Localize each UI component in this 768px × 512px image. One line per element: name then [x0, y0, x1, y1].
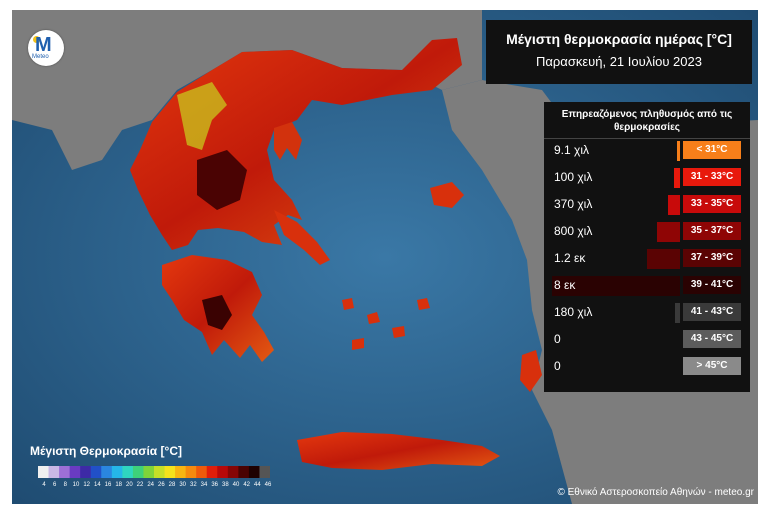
colorbar-tick-label: 10: [72, 482, 80, 488]
population-row: 0 43 - 45°C: [544, 327, 750, 353]
temperature-range-badge: 43 - 45°C: [683, 330, 741, 348]
colorbar-tick-label: 6: [52, 482, 57, 488]
population-value: 9.1 χιλ: [554, 143, 589, 157]
colorbar-segment: [90, 466, 102, 478]
colorbar-tick-label: 16: [104, 482, 112, 488]
colorbar-tick-label: 46: [264, 482, 272, 488]
colorbar-segment: [185, 466, 197, 478]
population-value: 100 χιλ: [554, 170, 593, 184]
title-box: Μέγιστη θερμοκρασία ημέρας [°C] Παρασκευ…: [486, 20, 752, 84]
colorbar-tick-label: 34: [200, 482, 208, 488]
colorbar-segment: [248, 466, 260, 478]
population-value: 8 εκ: [554, 278, 576, 292]
colorbar-segment: [143, 466, 155, 478]
population-bar: [656, 222, 680, 242]
colorbar-tick-label: 40: [232, 482, 240, 488]
colorbar-segment: [227, 466, 239, 478]
colorbar-tick-label: 14: [93, 482, 101, 488]
temperature-range-badge: 35 - 37°C: [683, 222, 741, 240]
map-frame: M Meteo Μέγιστη θερμοκρασία ημέρας [°C] …: [12, 10, 758, 504]
population-row: 100 χιλ 31 - 33°C: [544, 165, 750, 191]
temperature-range-badge: 31 - 33°C: [683, 168, 741, 186]
temperature-range-badge: 33 - 35°C: [683, 195, 741, 213]
population-bar: [668, 195, 680, 215]
population-row: 180 χιλ 41 - 43°C: [544, 300, 750, 326]
colorbar-segment: [48, 466, 60, 478]
colorbar-tick-label: 18: [115, 482, 122, 488]
colorbar-segment: [38, 466, 50, 478]
population-panel: Επηρεαζόμενος πληθυσμός από τις θερμοκρα…: [544, 102, 750, 392]
colorbar-tick-label: 12: [83, 482, 90, 488]
colorbar-tick-label: 24: [147, 482, 154, 488]
colorbar-segment: [154, 466, 166, 478]
legend-title: Μέγιστη Θερμοκρασία [°C]: [30, 444, 182, 458]
colorbar-segment: [206, 466, 218, 478]
colorbar-tick-label: 8: [63, 482, 67, 488]
population-value: 1.2 εκ: [554, 251, 586, 265]
colorbar-segment: [132, 466, 144, 478]
colorbar-tick-label: 36: [211, 482, 218, 488]
colorbar-segment: [59, 466, 71, 478]
colorbar-tick-label: 22: [136, 482, 144, 488]
colorbar-tick-label: 42: [243, 482, 250, 488]
colorbar-segment: [217, 466, 229, 478]
population-row: 8 εκ 39 - 41°C: [544, 273, 750, 299]
population-row: 1.2 εκ 37 - 39°C: [544, 246, 750, 272]
population-row: 0 > 45°C: [544, 354, 750, 380]
meteo-logo: M Meteo: [28, 30, 64, 66]
population-row: 800 χιλ 35 - 37°C: [544, 219, 750, 245]
population-value: 370 χιλ: [554, 197, 593, 211]
colorbar-tick-label: 38: [221, 482, 229, 488]
population-value: 180 χιλ: [554, 305, 593, 319]
population-panel-title: Επηρεαζόμενος πληθυσμός από τις θερμοκρα…: [544, 102, 750, 139]
colorbar-segment: [259, 466, 270, 478]
colorbar-segment: [122, 466, 134, 478]
temperature-legend: Μέγιστη Θερμοκρασία [°C] 4 6 8 10 12 14 16 18 20…: [20, 440, 290, 500]
colorbar-tick-label: 26: [157, 482, 165, 488]
population-bar: [677, 141, 680, 161]
colorbar-segment: [164, 466, 176, 478]
colorbar-tick-label: 44: [253, 482, 261, 488]
colorbar-tick-label: 30: [179, 482, 186, 488]
colorbar-segment: [175, 466, 187, 478]
colorbar-segment: [101, 466, 113, 478]
population-row: 9.1 χιλ < 31°C: [544, 138, 750, 164]
colorbar-segment: [238, 466, 250, 478]
population-bar: [646, 249, 680, 269]
population-bar: [674, 303, 680, 323]
temperature-range-badge: < 31°C: [683, 141, 741, 159]
logo-text: Meteo: [32, 54, 49, 60]
colorbar-ticks: 4 6 8 10 12 14 16 18 20 22 24 26 28 30 32 34 36 38 40 42 44 4…: [34, 482, 278, 492]
temperature-range-badge: 39 - 41°C: [683, 276, 741, 294]
colorbar-segment: [80, 466, 92, 478]
population-row: 370 χιλ 33 - 35°C: [544, 192, 750, 218]
colorbar: [38, 466, 270, 478]
population-value: 800 χιλ: [554, 224, 593, 238]
population-value: 0: [554, 359, 561, 373]
colorbar-tick-label: 4: [42, 482, 46, 488]
copyright-text: © Εθνικό Αστεροσκοπείο Αθηνών - meteo.gr: [557, 487, 754, 498]
temperature-range-badge: 37 - 39°C: [683, 249, 741, 267]
colorbar-tick-label: 20: [125, 482, 133, 488]
colorbar-tick-label: 28: [168, 482, 176, 488]
population-value: 0: [554, 332, 561, 346]
map-title: Μέγιστη θερμοκρασία ημέρας [°C]: [506, 31, 732, 47]
population-bar: [673, 168, 680, 188]
colorbar-segment: [196, 466, 208, 478]
temperature-range-badge: > 45°C: [683, 357, 741, 375]
map-date: Παρασκευή, 21 Ιουλίου 2023: [536, 54, 702, 69]
colorbar-segment: [69, 466, 81, 478]
colorbar-segment: [111, 466, 123, 478]
colorbar-tick-label: 32: [189, 482, 197, 488]
temperature-range-badge: 41 - 43°C: [683, 303, 741, 321]
